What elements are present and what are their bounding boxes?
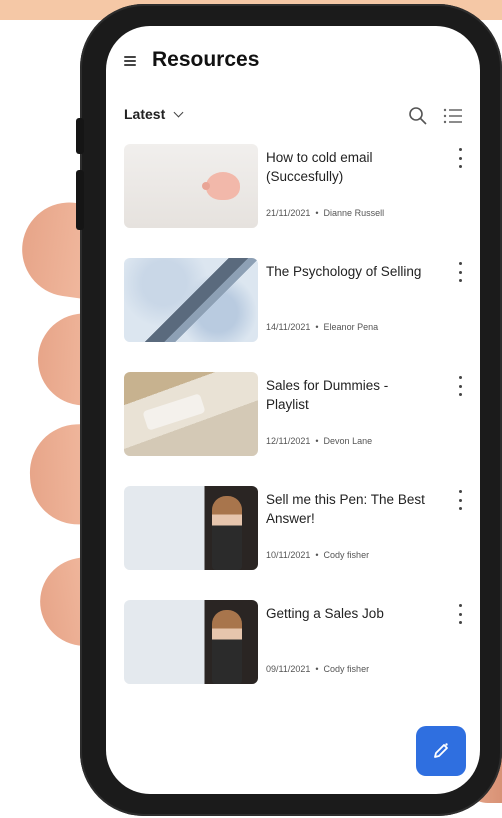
list-icon[interactable] [442,106,464,126]
list-item[interactable]: Sales for Dummies - Playlist 12/11/2021 •… [124,372,469,486]
item-date: 09/11/2021 [266,664,311,674]
more-vertical-icon[interactable] [456,604,464,624]
more-vertical-icon[interactable] [456,490,464,510]
person-figure [212,496,242,570]
resource-list: How to cold email (Succesfully) 21/11/20… [124,144,469,714]
item-date: 10/11/2021 [266,550,311,560]
person-figure [212,610,242,684]
list-item[interactable]: Sell me this Pen: The Best Answer! 10/11… [124,486,469,600]
page-title: Resources [152,48,260,71]
more-vertical-icon[interactable] [456,148,464,168]
edit-fab-button[interactable] [416,726,466,776]
thumbnail-image [124,144,258,228]
more-vertical-icon[interactable] [456,262,464,282]
item-title: The Psychology of Selling [266,264,422,279]
edit-icon [434,743,448,758]
piggy-bank [202,172,240,200]
item-title: Sales for Dummies - Playlist [266,378,389,412]
item-title: Getting a Sales Job [266,606,384,621]
phone-screen: Resources Latest How to cold email (Succ… [106,26,480,794]
list-item[interactable]: The Psychology of Selling 14/11/2021 • Ele… [124,258,469,372]
item-title: How to cold email (Succesfully) [266,150,373,184]
sort-dropdown[interactable]: Latest [124,106,184,122]
item-date: 12/11/2021 [266,436,311,446]
sort-label: Latest [124,106,166,122]
side-button [76,170,84,230]
search-icon[interactable] [408,106,428,126]
hamburger-icon[interactable] [124,56,136,66]
item-meta: 14/11/2021 • Eleanor Pena [266,322,379,332]
item-author: Cody fisher [323,664,370,674]
list-item[interactable]: How to cold email (Succesfully) 21/11/20… [124,144,469,258]
more-vertical-icon[interactable] [456,376,464,396]
item-meta: 12/11/2021 • Devon Lane [266,436,373,446]
item-date: 14/11/2021 [266,322,311,332]
item-author: Dianne Russell [323,208,385,218]
list-item[interactable]: Getting a Sales Job 09/11/2021 • Cody fish… [124,600,469,714]
thumbnail-image [124,372,258,456]
item-title: Sell me this Pen: The Best Answer! [266,492,425,526]
filter-row: Latest [106,100,480,132]
item-author: Devon Lane [323,436,373,446]
item-meta: 09/11/2021 • Cody fisher [266,664,370,674]
item-author: Eleanor Pena [323,322,379,332]
item-author: Cody fisher [323,550,370,560]
chevron-down-icon [173,107,184,117]
thumbnail-image [124,600,258,684]
item-meta: 10/11/2021 • Cody fisher [266,550,370,560]
thumbnail-image [124,258,258,342]
side-button [76,118,84,154]
item-date: 21/11/2021 [266,208,311,218]
thumbnail-image [124,486,258,570]
app-header: Resources [106,44,480,84]
item-meta: 21/11/2021 • Dianne Russell [266,208,385,218]
